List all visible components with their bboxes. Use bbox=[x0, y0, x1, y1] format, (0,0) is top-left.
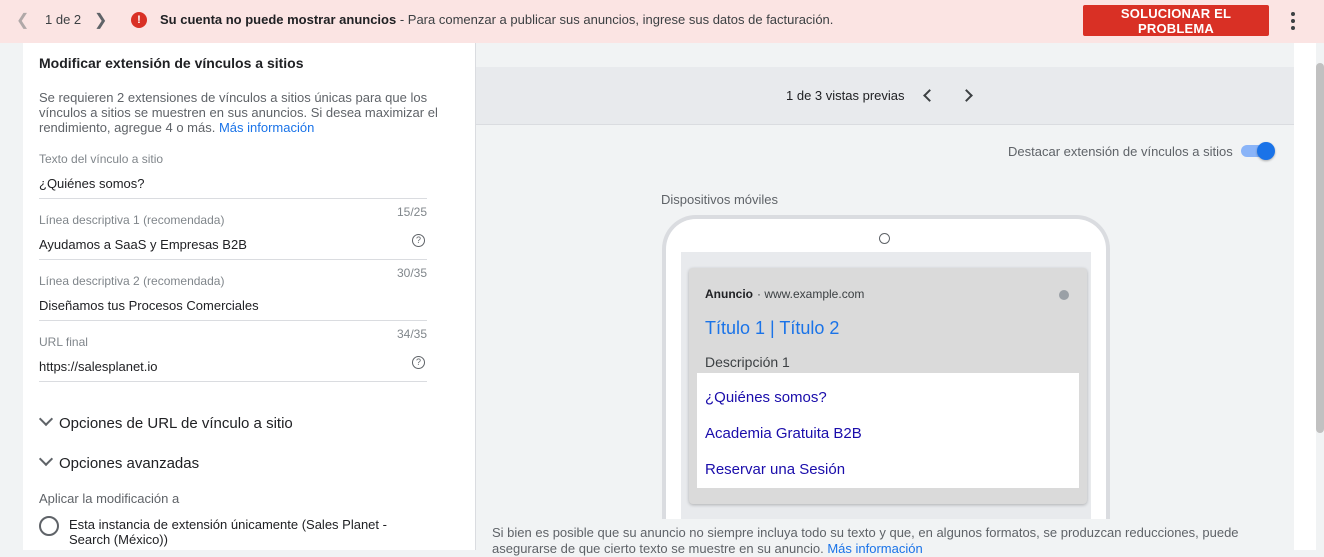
phone-screen: Anuncio · www.example.com Título 1 | Tít… bbox=[681, 252, 1091, 519]
mobile-phone-frame: Anuncio · www.example.com Título 1 | Tít… bbox=[662, 215, 1110, 519]
sitelink-item[interactable]: Reservar una Sesión bbox=[705, 461, 845, 478]
sitelink-edit-panel: Modificar extensión de vínculos a sitios… bbox=[23, 43, 476, 550]
field-label: Línea descriptiva 2 (recomendada) bbox=[39, 274, 225, 288]
learn-more-link[interactable]: Más información bbox=[219, 120, 314, 135]
field-label: URL final bbox=[39, 335, 88, 349]
ad-description: Descripción 1 bbox=[705, 354, 790, 370]
description-line-1-field[interactable]: 15/25 Línea descriptiva 1 (recomendada) … bbox=[39, 199, 427, 260]
sitelink-item[interactable]: Academia Gratuita B2B bbox=[705, 425, 862, 442]
alert-bar: ❮ 1 de 2 ❯ ! Su cuenta no puede mostrar … bbox=[0, 0, 1324, 43]
camera-icon bbox=[879, 233, 890, 244]
scrollbar-thumb[interactable] bbox=[1316, 63, 1324, 433]
right-gutter bbox=[1294, 43, 1316, 550]
panel-description: Se requieren 2 extensiones de vínculos a… bbox=[39, 90, 439, 135]
chevron-left-icon[interactable]: ❮ bbox=[16, 10, 34, 30]
scrollbar[interactable] bbox=[1316, 43, 1324, 550]
more-vert-icon[interactable] bbox=[1286, 10, 1300, 32]
field-label: Texto del vínculo a sitio bbox=[39, 152, 164, 166]
highlight-sitelinks-toggle[interactable] bbox=[1241, 142, 1277, 160]
info-dot-icon bbox=[1059, 290, 1069, 300]
char-counter: 34/35 bbox=[396, 327, 427, 341]
radio-label[interactable]: Esta instancia de extensión únicamente (… bbox=[69, 517, 419, 547]
help-icon[interactable]: ? bbox=[412, 234, 425, 247]
error-icon: ! bbox=[131, 12, 147, 28]
sitelink-url-options-toggle[interactable]: Opciones de URL de vínculo a sitio bbox=[38, 411, 293, 432]
chevron-right-icon[interactable]: ❯ bbox=[94, 10, 112, 30]
learn-more-link[interactable]: Más información bbox=[827, 541, 922, 556]
field-value[interactable]: Diseñamos tus Procesos Comerciales bbox=[39, 298, 259, 313]
field-value[interactable]: Ayudamos a SaaS y Empresas B2B bbox=[39, 237, 247, 252]
alert-message: Su cuenta no puede mostrar anuncios - Pa… bbox=[160, 12, 833, 27]
chevron-right-icon[interactable] bbox=[958, 85, 978, 105]
chevron-down-icon bbox=[38, 451, 54, 467]
chevron-down-icon bbox=[38, 411, 54, 427]
radio-this-instance[interactable] bbox=[39, 516, 59, 536]
sitelink-text-field[interactable]: Texto del vínculo a sitio ¿Quiénes somos… bbox=[39, 148, 427, 199]
chevron-left-icon[interactable] bbox=[918, 85, 938, 105]
char-counter: 15/25 bbox=[396, 205, 427, 219]
alert-message-bold: Su cuenta no puede mostrar anuncios bbox=[160, 12, 397, 27]
field-label: Línea descriptiva 1 (recomendada) bbox=[39, 213, 225, 227]
char-counter: 30/35 bbox=[396, 266, 427, 280]
section-label: Opciones de URL de vínculo a sitio bbox=[59, 415, 293, 432]
preview-count: 1 de 3 vistas previas bbox=[786, 88, 905, 103]
ad-badge: Anuncio bbox=[705, 287, 753, 301]
description-line-2-field[interactable]: 30/35 Línea descriptiva 2 (recomendada) … bbox=[39, 260, 427, 321]
alert-counter: 1 de 2 bbox=[45, 12, 82, 27]
preview-footnote: Si bien es posible que su anuncio no sie… bbox=[492, 525, 1252, 557]
ad-display-url: · www.example.com bbox=[757, 287, 865, 301]
toggle-knob bbox=[1257, 142, 1275, 160]
alert-message-text: - Para comenzar a publicar sus anuncios,… bbox=[396, 12, 834, 27]
highlight-sitelinks-label: Destacar extensión de vínculos a sitios bbox=[1008, 144, 1233, 159]
field-value[interactable]: https://salesplanet.io bbox=[39, 359, 158, 374]
advanced-options-toggle[interactable]: Opciones avanzadas bbox=[38, 451, 200, 472]
fix-problem-button[interactable]: SOLUCIONAR EL PROBLEMA bbox=[1083, 5, 1269, 36]
ad-headline[interactable]: Título 1 | Título 2 bbox=[705, 318, 839, 339]
sitelink-item[interactable]: ¿Quiénes somos? bbox=[705, 389, 827, 406]
preview-navigator: 1 de 3 vistas previas bbox=[476, 67, 1294, 125]
panel-title: Modificar extensión de vínculos a sitios bbox=[39, 55, 304, 71]
field-value[interactable]: ¿Quiénes somos? bbox=[39, 176, 145, 191]
final-url-field[interactable]: 34/35 URL final https://salesplanet.io ? bbox=[39, 321, 427, 382]
help-icon[interactable]: ? bbox=[412, 356, 425, 369]
device-label: Dispositivos móviles bbox=[661, 192, 779, 207]
sitelinks-list: ¿Quiénes somos? Academia Gratuita B2B Re… bbox=[697, 373, 1079, 488]
ad-preview-card: Anuncio · www.example.com Título 1 | Tít… bbox=[689, 268, 1087, 504]
apply-label: Aplicar la modificación a bbox=[39, 491, 180, 506]
section-label: Opciones avanzadas bbox=[59, 455, 200, 472]
ad-preview-panel: 1 de 3 vistas previas Destacar extensión… bbox=[476, 43, 1294, 556]
